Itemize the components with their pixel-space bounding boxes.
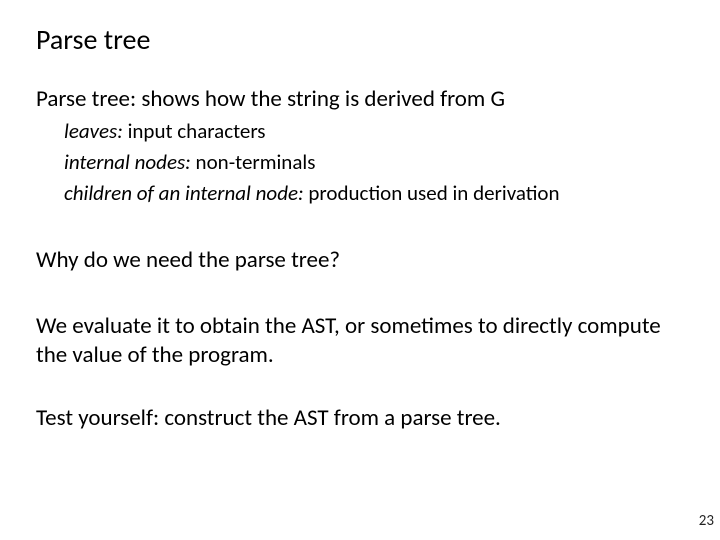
- bullet-children: children of an internal node: production…: [36, 180, 684, 207]
- page-number: 23: [699, 512, 714, 530]
- bullet-internal-def: non-terminals: [191, 149, 316, 175]
- paragraph-evaluate: We evaluate it to obtain the AST, or som…: [36, 312, 684, 370]
- paragraph-why: Why do we need the parse tree?: [36, 246, 684, 275]
- bullet-leaves-term: leaves:: [64, 118, 123, 144]
- slide-title: Parse tree: [36, 22, 684, 57]
- paragraph-intro: Parse tree: shows how the string is deri…: [36, 85, 684, 114]
- bullet-children-term: children of an internal node:: [64, 180, 304, 206]
- spacer: [36, 278, 684, 312]
- paragraph-test: Test yourself: construct the AST from a …: [36, 404, 684, 433]
- bullet-leaves-def: input characters: [123, 118, 266, 144]
- slide: Parse tree Parse tree: shows how the str…: [0, 0, 720, 540]
- spacer: [36, 374, 684, 404]
- bullet-leaves: leaves: input characters: [36, 118, 684, 145]
- spacer: [36, 212, 684, 246]
- bullet-internal-term: internal nodes:: [64, 149, 191, 175]
- bullet-children-def: production used in derivation: [304, 180, 560, 206]
- bullet-internal-nodes: internal nodes: non-terminals: [36, 149, 684, 176]
